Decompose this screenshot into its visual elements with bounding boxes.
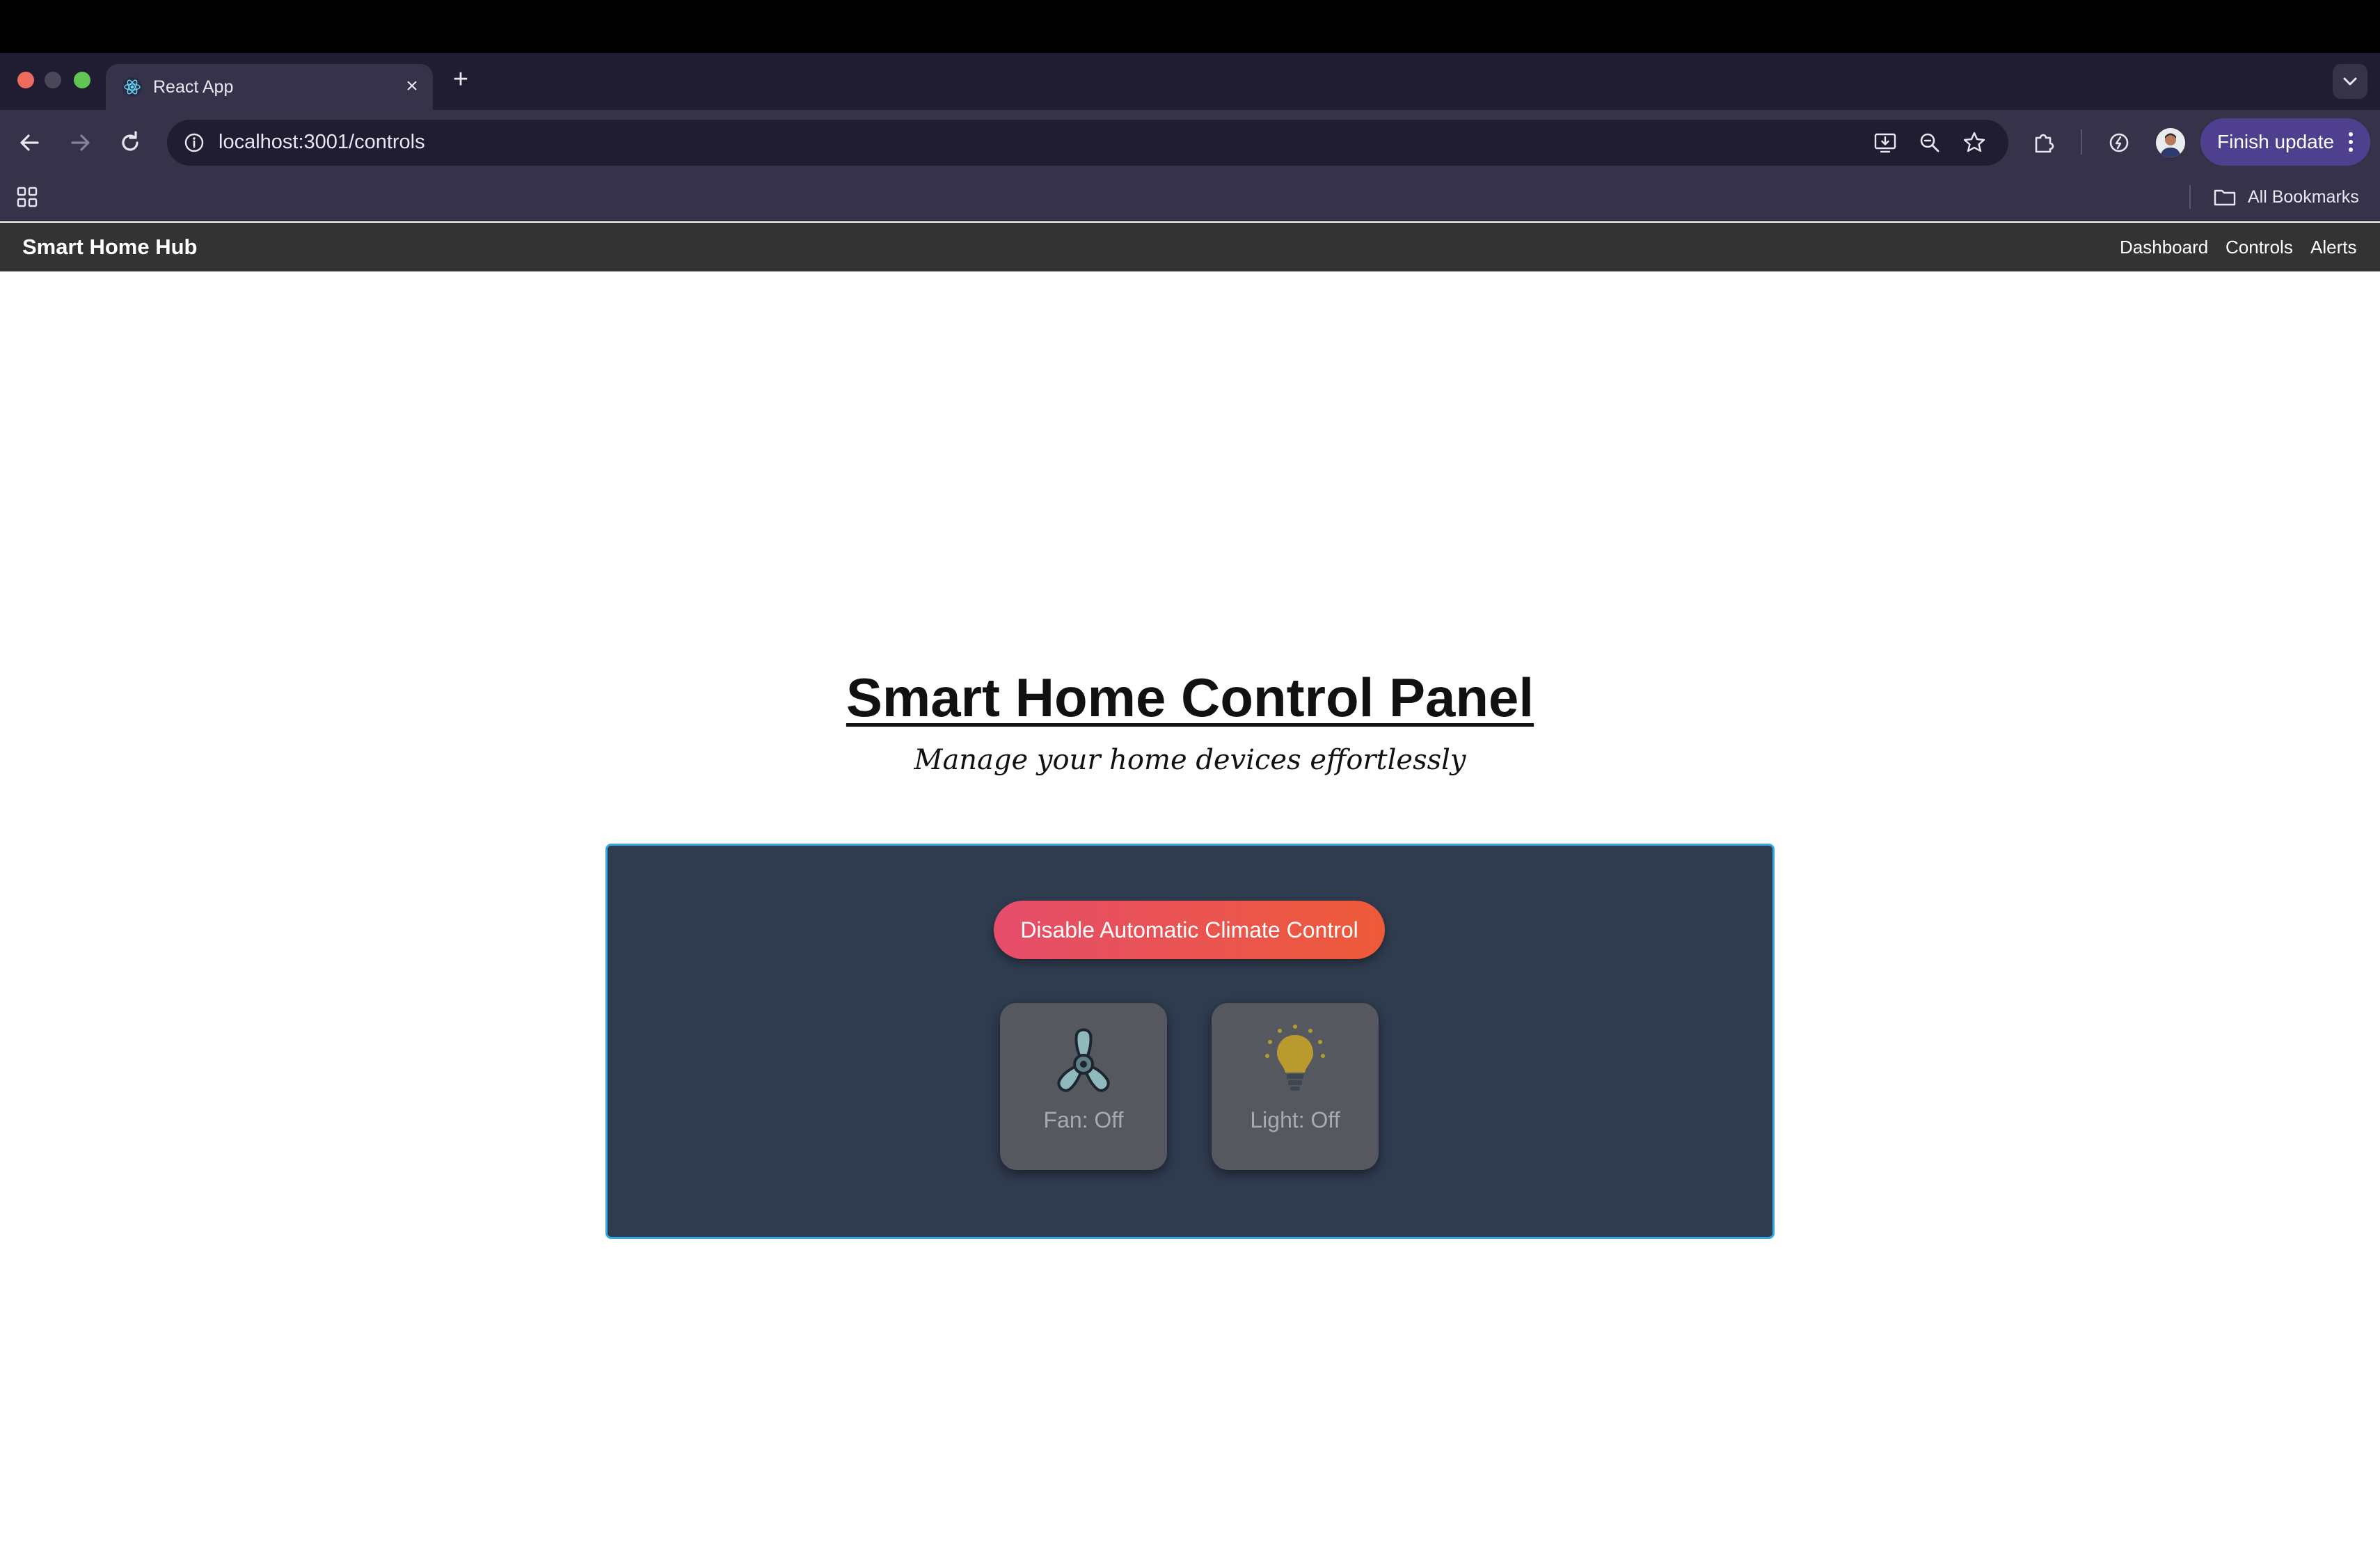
window-close-button[interactable] — [17, 72, 34, 88]
fan-status-label: Fan: Off — [1043, 1107, 1124, 1132]
install-app-icon[interactable] — [1871, 128, 1900, 157]
folder-icon[interactable] — [2213, 187, 2237, 207]
new-tab-icon[interactable]: + — [445, 64, 476, 95]
window-minimize-button[interactable] — [45, 72, 61, 88]
profile-avatar[interactable] — [2156, 128, 2185, 157]
climate-button-label: Disable Automatic Climate Control — [1020, 917, 1358, 942]
window-zoom-button[interactable] — [74, 72, 90, 88]
app-navbar — [0, 223, 2380, 271]
lightbulb-icon — [1265, 1025, 1325, 1091]
url-text[interactable]: localhost:3001/controls — [219, 128, 425, 156]
fan-toggle-card[interactable]: Fan: Off — [1000, 1003, 1167, 1170]
fan-icon — [1057, 1028, 1110, 1092]
nav-link-controls[interactable]: Controls — [2226, 234, 2293, 260]
bookmarks-bar — [0, 174, 2380, 221]
all-bookmarks-link[interactable]: All Bookmarks — [2248, 184, 2359, 210]
performance-icon[interactable] — [2102, 125, 2136, 160]
screen-top-bar — [0, 0, 2380, 53]
page-title: Smart Home Control Panel — [846, 667, 1534, 728]
browser-tab[interactable]: React App × — [106, 64, 433, 110]
tab-title: React App — [153, 77, 234, 97]
address-bar[interactable] — [167, 120, 2008, 166]
tab-search-button[interactable] — [2333, 64, 2367, 99]
back-icon[interactable] — [13, 125, 47, 160]
finish-update-button[interactable]: Finish update — [2200, 118, 2370, 166]
light-toggle-card[interactable]: Light: Off — [1212, 1003, 1379, 1170]
bookmarks-separator — [2189, 185, 2191, 209]
page-subtitle: Manage your home devices effortlessly — [914, 744, 1466, 776]
extensions-icon[interactable] — [2026, 125, 2061, 160]
disable-climate-control-button[interactable]: Disable Automatic Climate Control — [994, 901, 1385, 959]
light-status-label: Light: Off — [1250, 1107, 1340, 1132]
zoom-icon[interactable] — [1915, 128, 1944, 157]
forward-icon[interactable] — [63, 125, 97, 160]
brand-title[interactable]: Smart Home Hub — [22, 232, 197, 262]
apps-grid-icon[interactable] — [15, 185, 39, 209]
react-logo-icon — [122, 77, 142, 97]
avatar-icon — [2156, 128, 2185, 157]
chevron-down-icon — [2343, 77, 2357, 86]
reload-icon[interactable] — [113, 125, 148, 160]
tab-close-icon[interactable]: × — [398, 72, 426, 100]
toolbar-separator — [2081, 129, 2082, 155]
nav-link-dashboard[interactable]: Dashboard — [2120, 234, 2208, 260]
more-vert-icon — [2349, 132, 2353, 152]
nav-link-alerts[interactable]: Alerts — [2310, 234, 2356, 260]
finish-update-label: Finish update — [2217, 131, 2335, 152]
site-info-icon[interactable] — [182, 131, 206, 155]
bookmark-star-icon[interactable] — [1960, 128, 1989, 157]
